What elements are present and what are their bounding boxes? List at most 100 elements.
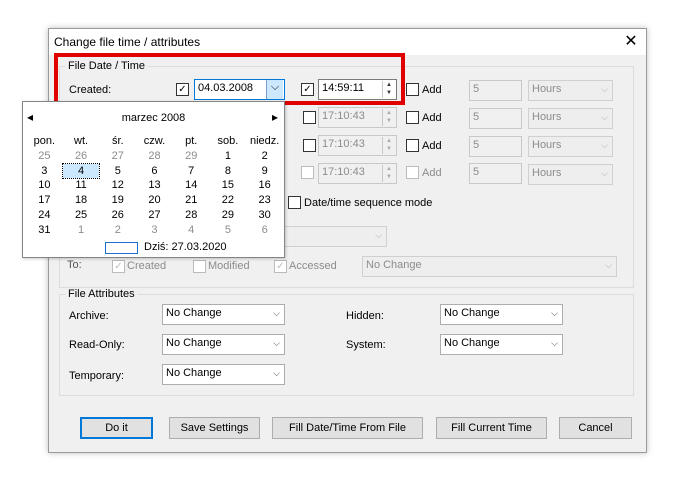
calendar-day[interactable]: 26 [99, 208, 136, 223]
system-label: System: [346, 339, 386, 351]
calendar-day[interactable]: 21 [173, 193, 210, 208]
calendar-day[interactable]: 14 [173, 178, 210, 193]
calendar-day[interactable]: 7 [173, 164, 210, 179]
created-unit-select[interactable]: Hours ⌵ [528, 80, 613, 101]
system-select[interactable]: No Change ⌵ [440, 334, 563, 355]
calendar-day[interactable]: 9 [246, 164, 283, 179]
read-only-select[interactable]: No Change ⌵ [162, 334, 285, 355]
spin-updown-icon[interactable]: ▲ ▼ [382, 137, 395, 154]
calendar-day[interactable]: 31 [26, 223, 63, 238]
spin-updown-icon[interactable]: ▲ ▼ [382, 109, 395, 126]
cancel-button[interactable]: Cancel [559, 417, 632, 439]
temporary-select[interactable]: No Change ⌵ [162, 364, 285, 385]
created-add-value[interactable]: 5 [469, 80, 522, 101]
modified-add-value[interactable]: 5 [469, 108, 522, 129]
to-label: To: [67, 259, 82, 271]
next-month-icon[interactable]: ▸ [272, 110, 278, 124]
modified-time-field[interactable]: 17:10:43 ▲ ▼ [318, 107, 397, 128]
calendar-day[interactable]: 29 [210, 208, 247, 223]
exif-add-value[interactable]: 5 [469, 163, 522, 184]
archive-label: Archive: [69, 310, 109, 322]
calendar-day[interactable]: 12 [99, 178, 136, 193]
accessed-add-checkbox[interactable] [406, 139, 419, 152]
calendar-day[interactable]: 25 [26, 149, 63, 164]
calendar-day[interactable]: 16 [246, 178, 283, 193]
calendar-day[interactable]: 1 [63, 223, 100, 238]
calendar-day[interactable]: 5 [99, 164, 136, 179]
chevron-down-icon: ⌵ [273, 368, 280, 378]
calendar-day[interactable]: 22 [210, 193, 247, 208]
calendar-day[interactable]: 19 [99, 193, 136, 208]
sequence-mode-checkbox[interactable] [288, 196, 301, 209]
calendar-day[interactable]: 28 [173, 208, 210, 223]
calendar-day[interactable]: 4 [173, 223, 210, 238]
created-add-label: Add [422, 84, 442, 96]
to-created-checkbox[interactable]: ✓ [112, 260, 125, 273]
chevron-down-icon: ⌵ [601, 112, 608, 122]
calendar-day[interactable]: 15 [210, 178, 247, 193]
calendar-day[interactable]: 27 [136, 208, 173, 223]
to-accessed-checkbox[interactable]: ✓ [274, 260, 287, 273]
calendar-day[interactable]: 30 [246, 208, 283, 223]
archive-select[interactable]: No Change ⌵ [162, 304, 285, 325]
chevron-down-icon: ⌵ [601, 168, 608, 178]
calendar-day[interactable]: 27 [99, 149, 136, 164]
calendar-day[interactable]: 6 [246, 223, 283, 238]
calendar-day[interactable]: 25 [63, 208, 100, 223]
calendar-day[interactable]: 2 [246, 149, 283, 164]
chevron-down-icon: ⌵ [551, 308, 558, 318]
calendar-day[interactable]: 17 [26, 193, 63, 208]
chevron-down-icon: ⌵ [375, 230, 382, 240]
calendar-day[interactable]: 20 [136, 193, 173, 208]
calendar-day[interactable]: 6 [136, 164, 173, 179]
to-change-select[interactable]: No Change ⌵ [362, 256, 617, 277]
modified-time-checkbox[interactable] [303, 111, 316, 124]
fill-current-time-button[interactable]: Fill Current Time [436, 417, 547, 439]
spin-updown-icon[interactable]: ▲ ▼ [382, 165, 395, 182]
accessed-time-field[interactable]: 17:10:43 ▲ ▼ [318, 135, 397, 156]
do-it-button[interactable]: Do it [80, 417, 153, 439]
weekday-header: wt. [74, 135, 89, 147]
accessed-time-checkbox[interactable] [303, 139, 316, 152]
calendar-day[interactable]: 1 [210, 149, 247, 164]
exif-time-field[interactable]: 17:10:43 ▲ ▼ [318, 163, 397, 184]
weekday-header: niedz. [249, 135, 280, 147]
calendar-day[interactable]: 11 [63, 178, 100, 193]
accessed-unit-select[interactable]: Hours ⌵ [528, 136, 613, 157]
calendar-day[interactable]: 4 [61, 162, 101, 180]
accessed-add-label: Add [422, 140, 442, 152]
calendar-day[interactable]: 26 [63, 149, 100, 164]
calendar-day[interactable]: 2 [99, 223, 136, 238]
hidden-select[interactable]: No Change ⌵ [440, 304, 563, 325]
calendar-day[interactable]: 29 [173, 149, 210, 164]
fill-from-file-button[interactable]: Fill Date/Time From File [272, 417, 423, 439]
dialog-title: Change file time / attributes [54, 35, 201, 49]
calendar-day[interactable]: 8 [210, 164, 247, 179]
exif-time-checkbox[interactable] [301, 166, 314, 179]
chevron-down-icon: ⌵ [601, 140, 608, 150]
title-bar: Change file time / attributes ✕ [49, 29, 646, 55]
close-icon[interactable]: ✕ [616, 29, 646, 55]
calendar-day[interactable]: 18 [63, 193, 100, 208]
calendar-day[interactable]: 13 [136, 178, 173, 193]
calendar-day[interactable]: 23 [246, 193, 283, 208]
modified-add-checkbox[interactable] [406, 111, 419, 124]
calendar-month-title[interactable]: marzec 2008 [23, 112, 284, 124]
calendar-day[interactable]: 3 [136, 223, 173, 238]
calendar-popup: ◂ marzec 2008 ▸ pon. wt. śr. czw. pt. sob. nie… [22, 101, 285, 258]
exif-add-checkbox[interactable] [406, 166, 419, 179]
today-label[interactable]: Dziś: 27.03.2020 [144, 241, 227, 253]
accessed-add-value[interactable]: 5 [469, 136, 522, 157]
calendar-day[interactable]: 5 [210, 223, 247, 238]
calendar-day[interactable]: 10 [26, 178, 63, 193]
temporary-label: Temporary: [69, 370, 125, 382]
calendar-day[interactable]: 28 [136, 149, 173, 164]
calendar-day[interactable]: 3 [26, 164, 63, 179]
chevron-down-icon: ⌵ [273, 338, 280, 348]
modified-unit-select[interactable]: Hours ⌵ [528, 108, 613, 129]
created-add-checkbox[interactable] [406, 83, 419, 96]
save-settings-button[interactable]: Save Settings [169, 417, 260, 439]
exif-unit-select[interactable]: Hours ⌵ [528, 164, 613, 185]
calendar-day[interactable]: 24 [26, 208, 63, 223]
to-modified-checkbox[interactable] [193, 260, 206, 273]
